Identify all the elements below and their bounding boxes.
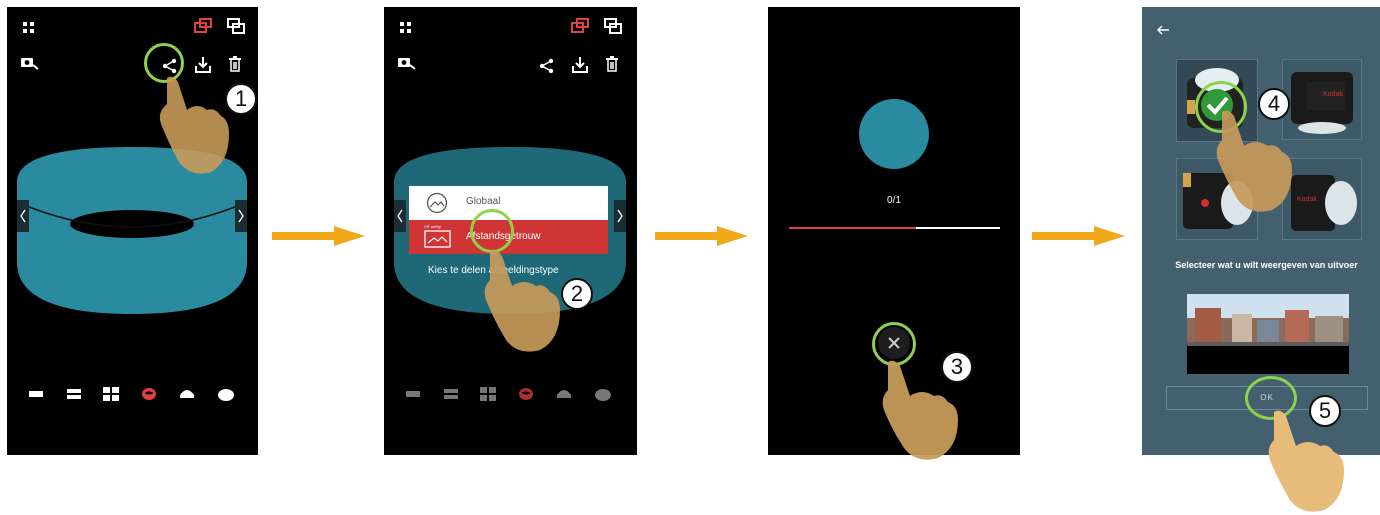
swap-screen-icon[interactable] (227, 18, 245, 34)
view-sphere-icon[interactable] (595, 387, 611, 401)
step-badge-4: 4 (1258, 88, 1290, 120)
trash-icon[interactable] (228, 56, 242, 72)
swap-screen-icon[interactable] (604, 18, 622, 34)
pointing-hand-icon (1216, 110, 1292, 212)
menu-item-global-label: Globaal (466, 196, 501, 207)
svg-text:Kodak: Kodak (1323, 91, 1343, 98)
view-flat-icon[interactable] (29, 390, 43, 398)
view-ring-icon[interactable] (142, 387, 156, 401)
grid-icon[interactable] (400, 22, 412, 34)
step-badge-1: 1 (225, 83, 257, 115)
view-mode-bar (29, 386, 249, 402)
panorama-thumbnail (1187, 294, 1349, 346)
download-icon[interactable] (572, 56, 588, 74)
dual-screen-icon[interactable] (194, 18, 212, 34)
camera-side-kodak-icon: Kodak (1291, 72, 1353, 134)
menu-item-global[interactable]: Globaal (409, 186, 608, 220)
view-quad-icon[interactable] (480, 387, 496, 401)
share-icon[interactable] (539, 58, 555, 74)
view-split-icon[interactable] (444, 389, 458, 399)
pointing-hand-icon (484, 250, 560, 352)
view-ring-icon[interactable] (519, 387, 533, 401)
progress-bar-fill (789, 227, 916, 229)
svg-text:Kodak: Kodak (1297, 196, 1317, 203)
menu-item-distance-caption: VR ability (424, 224, 441, 229)
progress-text: 0/1 (887, 195, 901, 206)
arrow-right-icon (655, 226, 748, 246)
arrow-right-icon (272, 226, 365, 246)
download-icon[interactable] (195, 56, 211, 74)
prev-arrow-button[interactable] (17, 200, 29, 232)
dual-screen-icon[interactable] (571, 18, 589, 34)
camera-side-kodak-lens-icon: Kodak (1291, 175, 1357, 231)
camera-option-2[interactable]: Kodak (1282, 59, 1362, 140)
camera-option-4[interactable]: Kodak (1282, 158, 1362, 240)
grid-icon[interactable] (23, 22, 35, 34)
view-sphere-icon[interactable] (218, 387, 234, 401)
flat-image-icon (424, 230, 451, 248)
trash-icon[interactable] (605, 56, 619, 72)
highlight-ring-distance (470, 209, 514, 253)
progress-bar (789, 227, 1000, 229)
step-badge-5: 5 (1309, 395, 1341, 427)
arrow-right-icon (1032, 226, 1125, 246)
output-preview-image (1187, 294, 1349, 374)
next-arrow-button[interactable] (235, 200, 247, 232)
view-dome-icon[interactable] (180, 388, 194, 400)
view-dome-icon[interactable] (557, 388, 571, 400)
next-arrow-button[interactable] (614, 200, 626, 232)
step-badge-3: 3 (941, 351, 973, 383)
view-mode-bar (406, 386, 626, 402)
view-flat-icon[interactable] (406, 390, 420, 398)
select-output-text: Selecteer wat u wilt weergeven van uitvo… (1175, 260, 1358, 270)
camera-switch-icon[interactable] (20, 56, 40, 70)
arrow-left-icon[interactable] (1156, 24, 1170, 36)
progress-circle (859, 99, 929, 169)
prev-arrow-button[interactable] (394, 200, 406, 232)
global-image-icon (426, 192, 448, 214)
view-split-icon[interactable] (67, 389, 81, 399)
view-quad-icon[interactable] (103, 387, 119, 401)
camera-switch-icon[interactable] (397, 56, 417, 70)
step-badge-2: 2 (561, 278, 593, 310)
pointing-hand-icon (159, 76, 229, 174)
